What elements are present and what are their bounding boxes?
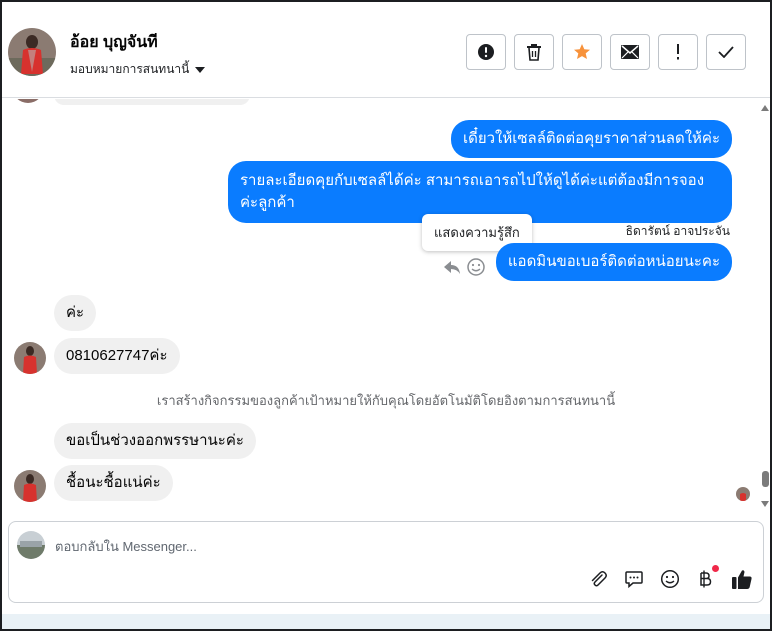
message-text: เดี๋ยวให้เซลล์ติดต่อคุยราคาส่วนลดให้ค่ะ (462, 130, 720, 147)
contact-avatar-small[interactable] (14, 342, 46, 374)
assign-conversation-label: มอบหมายการสนทนานี้ (70, 62, 190, 76)
caret-down-icon (195, 66, 206, 73)
contact-name[interactable]: อ้อย บุญจันที (70, 30, 158, 55)
smiley-react-icon[interactable] (466, 257, 486, 277)
scroll-up-arrow-icon[interactable] (761, 105, 769, 111)
envelope-icon (621, 45, 639, 59)
emoji-button[interactable] (659, 568, 681, 590)
incoming-message[interactable]: ค่ะ (54, 295, 97, 331)
incoming-message-partial (54, 99, 250, 105)
message-text: ค่ะ (66, 304, 85, 321)
system-note: เราสร้างกิจกรรมของลูกค้าเป้าหมายให้กับคุ… (156, 393, 616, 408)
mark-done-button[interactable] (706, 34, 746, 70)
payment-button[interactable] (695, 565, 719, 590)
composer-tools (587, 565, 753, 590)
saved-replies-button[interactable] (623, 568, 645, 590)
check-icon (718, 46, 734, 58)
message-text: 0810627747ค่ะ (66, 347, 168, 364)
reply-input[interactable] (55, 536, 615, 556)
follow-up-button[interactable] (658, 34, 698, 70)
incoming-message[interactable]: ขอเป็นช่วงออกพรรษานะค่ะ (54, 423, 256, 459)
thread-scrollbar[interactable] (760, 99, 770, 517)
message-text: ชื้อนะชื้อแน่ค่ะ (66, 474, 161, 491)
contact-avatar-partial (12, 99, 44, 103)
trash-icon (527, 44, 541, 61)
reply-icon[interactable] (442, 257, 462, 277)
conversation-header: อ้อย บุญจันที มอบหมายการสนทนานี้ (2, 2, 770, 98)
scrollbar-thumb[interactable] (762, 471, 769, 487)
notification-dot (712, 565, 719, 572)
thumbs-up-icon (732, 570, 752, 589)
baht-payment-icon (700, 570, 712, 588)
incoming-message[interactable]: 0810627747ค่ะ (54, 338, 180, 374)
inbox-conversation-panel: อ้อย บุญจันที มอบหมายการสนทนานี้ เดี๋ยวใ… (0, 0, 772, 631)
outgoing-message[interactable]: แอดมินขอเบอร์ติดต่อหน่อยนะคะ (495, 243, 732, 281)
exclamation-circle-icon (478, 44, 494, 60)
attach-button[interactable] (587, 568, 609, 590)
mark-unread-button[interactable] (610, 34, 650, 70)
contact-avatar[interactable] (8, 28, 56, 76)
delete-button[interactable] (514, 34, 554, 70)
page-avatar (17, 531, 45, 559)
reply-composer (8, 521, 764, 603)
like-button[interactable] (731, 568, 753, 590)
sender-name: ธิดารัตน์ อาจประจัน (625, 224, 730, 238)
exclamation-icon (677, 44, 679, 60)
message-text: ขอเป็นช่วงออกพรรษานะค่ะ (66, 432, 244, 449)
spam-button[interactable] (466, 34, 506, 70)
saved-reply-icon (625, 571, 643, 589)
contact-avatar-small[interactable] (14, 470, 46, 502)
star-button[interactable] (562, 34, 602, 70)
message-thread[interactable]: เดี๋ยวให้เซลล์ติดต่อคุยราคาส่วนลดให้ค่ะ … (2, 99, 770, 517)
conversation-actions (466, 34, 746, 70)
message-text: แอดมินขอเบอร์ติดต่อหน่อยนะคะ (507, 253, 720, 270)
seen-indicator-avatar (736, 487, 750, 501)
assign-conversation-dropdown[interactable]: มอบหมายการสนทนานี้ (70, 60, 206, 79)
star-icon (574, 44, 590, 59)
incoming-message[interactable]: ชื้อนะชื้อแน่ค่ะ (54, 465, 173, 501)
emoji-icon (660, 569, 680, 589)
paperclip-icon (591, 571, 607, 587)
page-footer-strip (2, 614, 770, 629)
message-text: รายละเอียดคุยกับเซลล์ได้ค่ะ สามารถเอารถไ… (240, 172, 705, 211)
outgoing-message[interactable]: เดี๋ยวให้เซลล์ติดต่อคุยราคาส่วนลดให้ค่ะ (450, 120, 732, 158)
scroll-down-arrow-icon[interactable] (761, 501, 769, 507)
